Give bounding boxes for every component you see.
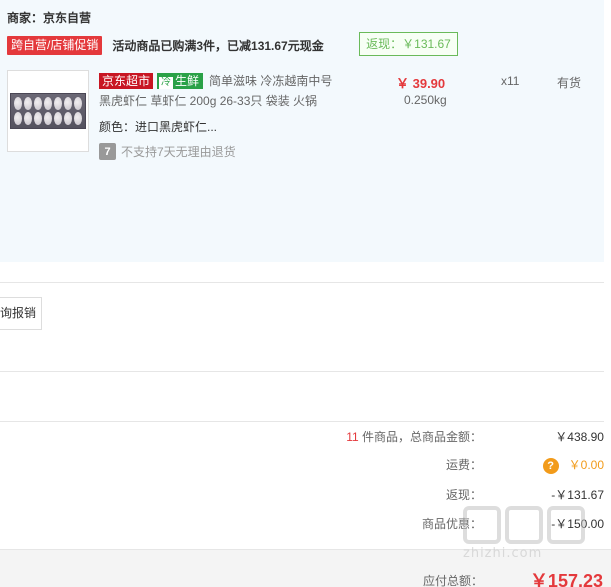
product-color: 颜色：进口黑虎虾仁... <box>99 120 218 134</box>
fresh-tag-label: 生鲜 <box>175 74 200 88</box>
discount-label: 商品优惠： <box>421 517 482 531</box>
divider <box>0 282 604 283</box>
seller-name[interactable]: 商家：京东自营 <box>7 9 91 26</box>
promotion-text: 活动商品已购满3件，已减131.67元现金 <box>112 38 324 53</box>
total-bar: 应付总额： ￥157.23 <box>0 549 611 587</box>
discount-value: -￥150.00 <box>551 517 604 531</box>
cashback-label: 返现： <box>445 488 482 502</box>
total-value: ￥157.23 <box>529 571 603 587</box>
cold-chain-icon: 冷 <box>159 77 174 89</box>
cashback-value: -￥131.67 <box>551 488 604 502</box>
promotion-row: 跨自营/店铺促销 活动商品已购满3件，已减131.67元现金 <box>7 35 324 55</box>
divider <box>0 371 604 372</box>
freight-label: 运费： <box>445 458 482 472</box>
summary-discount: 商品优惠： -￥150.00 <box>0 515 604 535</box>
summary-goods-total: 11 件商品，总商品金额： ￥438.90 <box>0 428 604 448</box>
summary-cashback: 返现： -￥131.67 <box>0 486 604 506</box>
product-image[interactable] <box>7 70 89 152</box>
promotion-tag: 跨自营/店铺促销 <box>7 35 103 55</box>
goods-count: 11 <box>346 430 359 444</box>
goods-total-value: ￥438.90 <box>555 430 604 444</box>
product-weight: 0.250kg <box>404 93 447 107</box>
freight-value-group: ? ￥0.00 <box>542 456 604 474</box>
no-return-icon: 7 <box>99 143 116 160</box>
total-label: 应付总额： <box>422 574 483 587</box>
freight-value: ￥0.00 <box>568 458 604 472</box>
return-policy: 7 不支持7天无理由退货 <box>99 143 236 160</box>
stock-status: 有货 <box>557 76 582 90</box>
return-policy-text: 不支持7天无理由退货 <box>121 145 236 159</box>
product-title[interactable]: 京东超市冷生鲜 简单滋味 冷冻越南中号黑虎虾仁 草虾仁 200g 26-33只 袋… <box>99 71 339 111</box>
jd-supermarket-tag: 京东超市 <box>99 73 154 89</box>
product-price: ￥ 39.90 <box>396 76 446 91</box>
summary-freight: 运费： ? ￥0.00 <box>0 456 604 476</box>
invoice-button[interactable]: 询报销 <box>0 297 42 330</box>
divider <box>0 421 604 422</box>
goods-count-label: 11 件商品，总商品金额： <box>346 430 482 444</box>
product-quantity: x11 <box>501 74 520 88</box>
cashback-badge: 返现：￥131.67 <box>359 32 458 56</box>
fresh-tag: 冷生鲜 <box>157 73 204 89</box>
shrimp-package-image <box>10 93 86 129</box>
seller-block: 商家：京东自营 跨自营/店铺促销 活动商品已购满3件，已减131.67元现金 返… <box>0 0 604 262</box>
freight-help-icon[interactable]: ? <box>542 457 559 474</box>
